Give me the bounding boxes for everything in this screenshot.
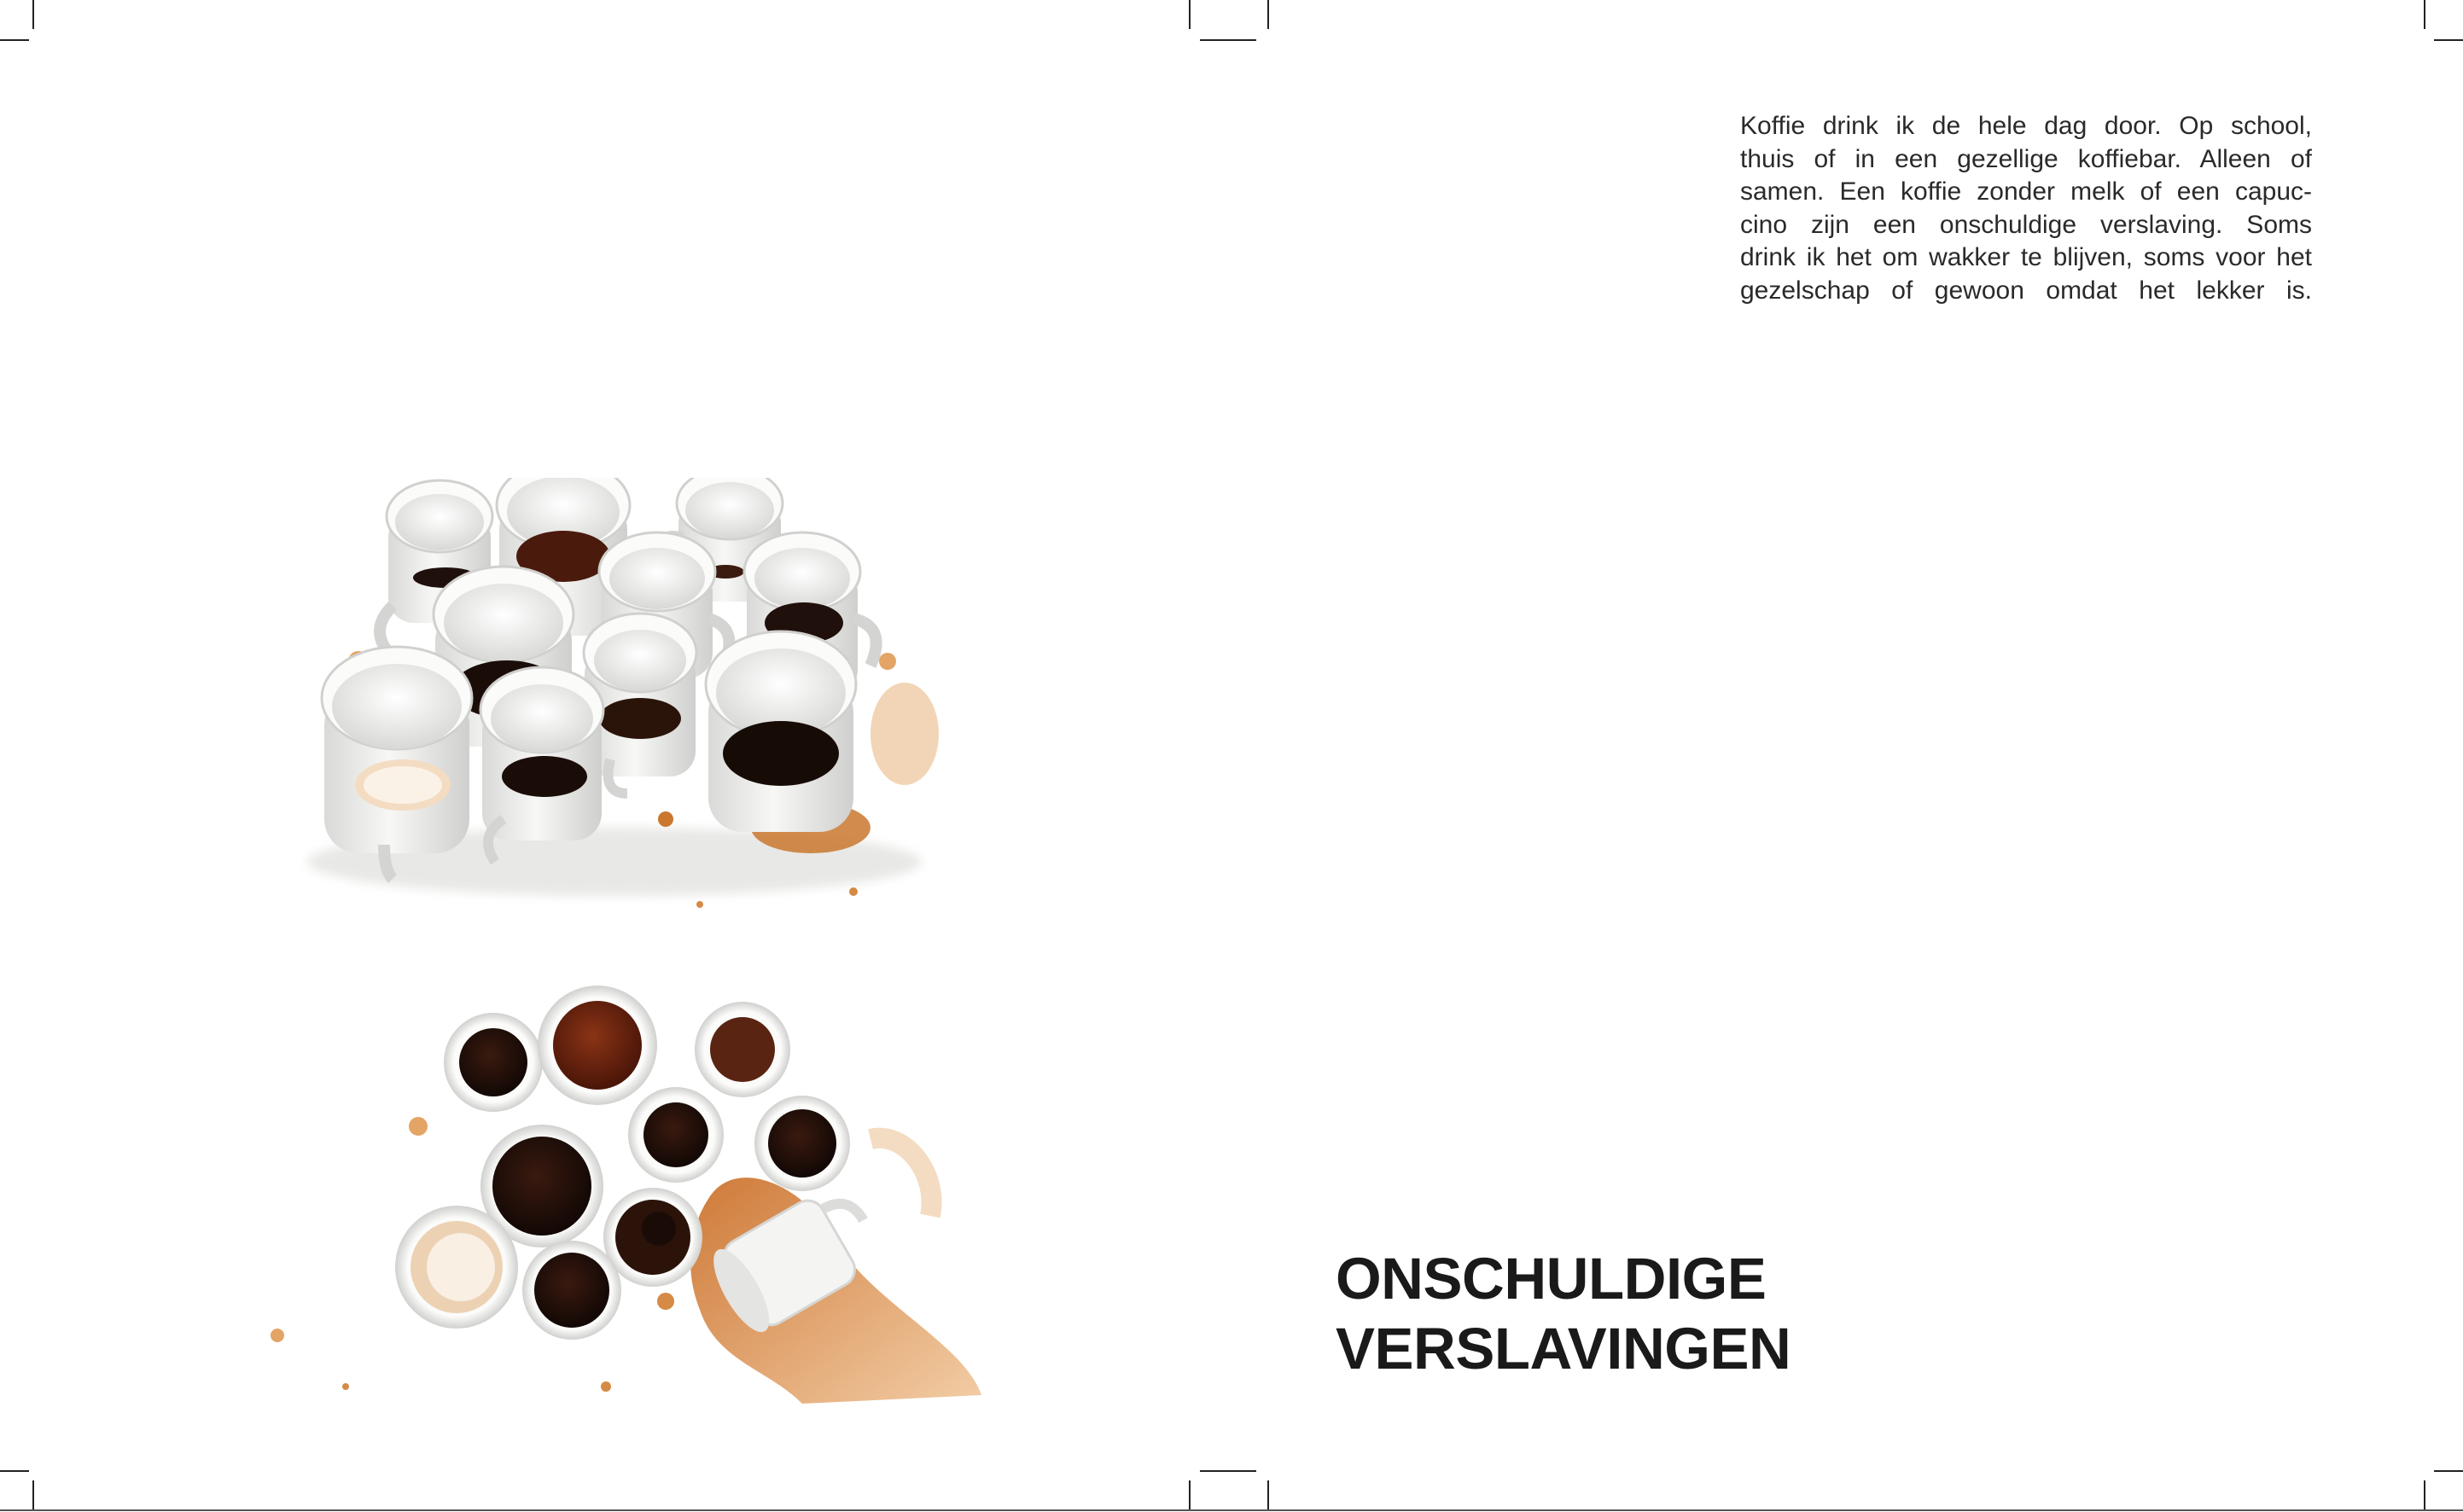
coffee-cup bbox=[395, 1206, 518, 1329]
body-line: thuis of in een gezellige koffiebar. All… bbox=[1740, 144, 2312, 173]
bottom-rule bbox=[0, 1509, 2463, 1511]
body-paragraph: Koffie drink ik de hele dag door. Op sch… bbox=[1740, 110, 2312, 307]
coffee-cup bbox=[704, 630, 858, 832]
magazine-spread: Koffie drink ik de hele dag door. Op sch… bbox=[0, 0, 2463, 1512]
headline-line: ONSCHULDIGE bbox=[1336, 1246, 1767, 1311]
crop-mark bbox=[2424, 0, 2425, 29]
crop-mark bbox=[32, 0, 34, 29]
headline: ONSCHULDIGE VERSLAVINGEN bbox=[1336, 1244, 1791, 1384]
crop-mark bbox=[2434, 1470, 2463, 1472]
crop-mark bbox=[0, 1470, 29, 1472]
coffee-cup bbox=[695, 1002, 790, 1097]
coffee-cup bbox=[538, 986, 657, 1105]
coffee-cup bbox=[754, 1096, 850, 1191]
crop-mark bbox=[1267, 1480, 1269, 1509]
crop-mark bbox=[1267, 0, 1269, 29]
coffee-cup bbox=[444, 1013, 543, 1112]
coffee-cup bbox=[603, 1188, 702, 1287]
coffee-cup bbox=[320, 645, 474, 883]
crop-mark bbox=[32, 1480, 34, 1509]
crop-mark bbox=[1200, 1470, 1256, 1472]
body-line: cino zijn een onschuldige verslaving. So… bbox=[1740, 210, 2312, 239]
coffee-cup bbox=[628, 1087, 724, 1183]
crop-mark bbox=[2424, 1480, 2425, 1509]
crop-mark bbox=[1189, 0, 1191, 29]
body-line: gezelschap of gewoon omdat het lekker is… bbox=[1740, 276, 2312, 305]
coffee-cups-photo-side bbox=[307, 478, 939, 908]
crop-mark bbox=[1189, 1480, 1191, 1509]
coffee-cups-photo-top bbox=[271, 986, 981, 1404]
body-line: Koffie drink ik de hele dag door. Op sch… bbox=[1740, 112, 2312, 140]
crop-mark bbox=[0, 39, 29, 41]
body-line: samen. Een koffie zonder melk of een cap… bbox=[1740, 177, 2312, 206]
crop-mark bbox=[2434, 39, 2463, 41]
coffee-cup bbox=[479, 666, 605, 865]
coffee-cup bbox=[522, 1241, 621, 1340]
crop-mark bbox=[1200, 39, 1256, 41]
headline-line: VERSLAVINGEN bbox=[1336, 1316, 1791, 1381]
body-line: drink ik het om wakker te blijven, soms … bbox=[1740, 243, 2312, 271]
